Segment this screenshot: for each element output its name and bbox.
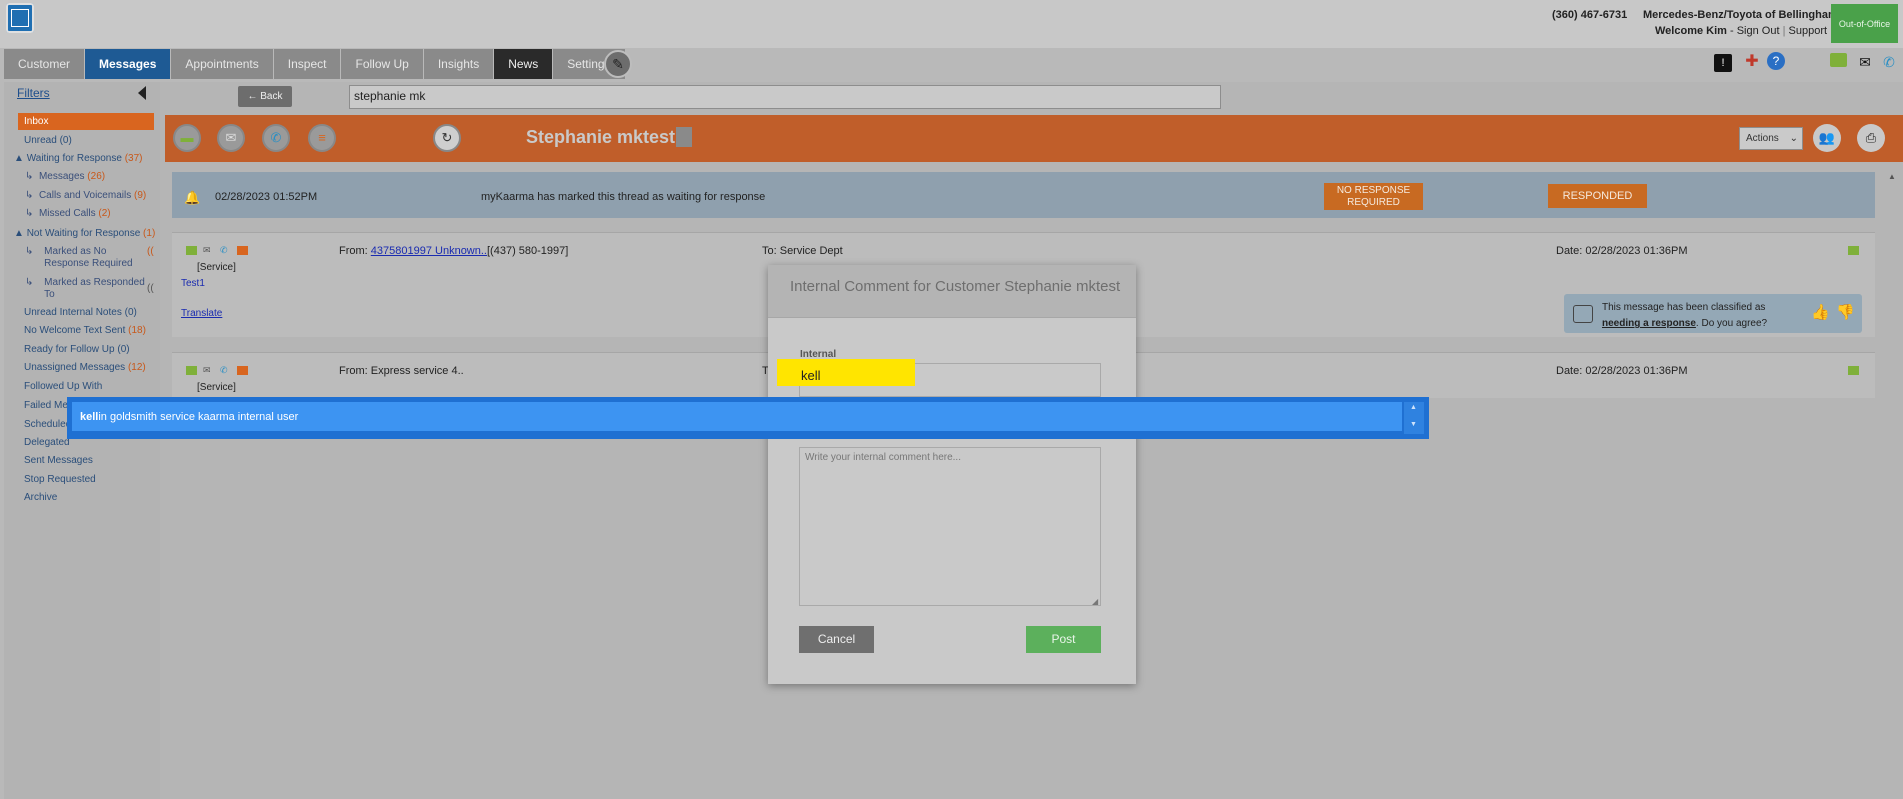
- department-tag: [Service]: [197, 262, 236, 273]
- tab-follow-up[interactable]: Follow Up: [341, 49, 423, 79]
- tab-inspect[interactable]: Inspect: [273, 49, 341, 79]
- sidebar-item-waiting[interactable]: ▲ Waiting for Response (37): [14, 153, 143, 164]
- sidebar-item-stop-requested[interactable]: Stop Requested: [24, 474, 96, 485]
- collapse-sidebar-icon[interactable]: [138, 86, 146, 100]
- note-icon: [237, 366, 248, 375]
- translate-link[interactable]: Translate: [181, 308, 222, 319]
- sidebar-item-not-waiting[interactable]: ▲ Not Waiting for Response (1): [14, 228, 155, 239]
- message-date: Date: 02/28/2023 01:36PM: [1556, 365, 1688, 377]
- sidebar-item-unread-notes[interactable]: Unread Internal Notes (0): [24, 307, 137, 318]
- sms-icon[interactable]: ▬: [173, 124, 201, 152]
- sidebar-item-no-welcome[interactable]: No Welcome Text Sent (18): [24, 325, 146, 336]
- sign-out-link[interactable]: Sign Out: [1737, 25, 1780, 37]
- text-message-icon[interactable]: [1830, 53, 1847, 67]
- scroll-down-icon[interactable]: ▼: [1410, 421, 1417, 428]
- tab-customer[interactable]: Customer: [4, 49, 85, 79]
- welcome-line: Welcome Kim - Sign Out | Support: [1655, 25, 1828, 37]
- department-tag: [Service]: [197, 382, 236, 393]
- autocomplete-option-text: kellin goldsmith service kaarma internal…: [80, 411, 299, 423]
- sms-indicator-icon: [1848, 246, 1859, 255]
- sidebar-item-inbox[interactable]: Inbox: [18, 113, 154, 130]
- filters-heading[interactable]: Filters: [17, 86, 50, 100]
- customer-search-input[interactable]: stephanie mk: [349, 85, 1221, 109]
- thumbs-up-icon[interactable]: 👍: [1811, 303, 1830, 321]
- dialog-title: Internal Comment for Customer Stephanie …: [790, 278, 1121, 295]
- call-icon[interactable]: ✆: [262, 124, 290, 152]
- classification-icon: [1573, 305, 1593, 323]
- no-response-required-button[interactable]: NO RESPONSE REQUIRED: [1324, 183, 1423, 210]
- sidebar-item-responded[interactable]: ↳ Marked as Responded To((: [25, 277, 155, 301]
- post-button[interactable]: Post: [1026, 626, 1101, 653]
- resize-handle-icon[interactable]: ◢: [1092, 597, 1098, 606]
- sidebar-item-followed-up[interactable]: Followed Up With: [24, 381, 102, 392]
- phone-icon: ✆: [220, 365, 228, 375]
- contacts-icon[interactable]: 👥: [1813, 124, 1841, 152]
- help-icon[interactable]: ?: [1767, 52, 1785, 70]
- sidebar-item-no-response[interactable]: ↳ Marked as No Response Required((: [25, 246, 155, 270]
- typed-text-highlight: [777, 359, 915, 386]
- phone-icon[interactable]: ✆: [1879, 52, 1899, 72]
- customer-name: Stephanie mktest: [526, 127, 676, 147]
- top-header: [0, 0, 1903, 48]
- refresh-icon[interactable]: ↻: [433, 124, 461, 152]
- add-plus-icon[interactable]: ✚: [1742, 52, 1762, 72]
- note-icon[interactable]: ≡: [308, 124, 336, 152]
- sms-icon: [186, 246, 197, 255]
- classification-text: This message has been classified as needi…: [1602, 302, 1768, 329]
- note-icon: [237, 246, 248, 255]
- notice-message: myKaarma has marked this thread as waiti…: [481, 191, 766, 203]
- out-of-office-button[interactable]: Out-of-Office: [1831, 4, 1898, 43]
- print-icon[interactable]: ⎙: [1857, 124, 1885, 152]
- dealer-phone: (360) 467-6731: [1552, 9, 1628, 21]
- sidebar-item-unassigned[interactable]: Unassigned Messages (12): [24, 362, 146, 373]
- scroll-up-icon[interactable]: ▲: [1410, 404, 1417, 411]
- tab-insights[interactable]: Insights: [423, 49, 494, 79]
- sidebar-item-scheduled[interactable]: Scheduled: [24, 419, 71, 430]
- message-body: Test1: [181, 278, 205, 289]
- sidebar-item-missed-calls[interactable]: ↳ Missed Calls (2): [25, 208, 111, 219]
- support-link[interactable]: Support: [1789, 25, 1828, 37]
- responded-button[interactable]: RESPONDED: [1548, 184, 1647, 208]
- app-logo[interactable]: [6, 3, 34, 33]
- email-icon: ✉: [203, 245, 211, 255]
- tab-messages[interactable]: Messages: [85, 49, 171, 79]
- tab-appointments[interactable]: Appointments: [171, 49, 273, 79]
- sidebar-item-messages[interactable]: ↳ Messages (26): [25, 171, 105, 182]
- tab-news[interactable]: News: [494, 49, 553, 79]
- cancel-button[interactable]: Cancel: [799, 626, 874, 653]
- bell-icon: 🔔: [184, 190, 201, 205]
- sidebar-item-unread[interactable]: Unread (0): [24, 135, 72, 146]
- email-compose-icon[interactable]: ✉: [217, 124, 245, 152]
- welcome-text: Welcome Kim: [1655, 25, 1727, 37]
- scroll-up-icon[interactable]: ▲: [1888, 172, 1896, 181]
- internal-comment-textarea[interactable]: Write your internal comment here...: [799, 447, 1101, 606]
- sidebar-item-sent[interactable]: Sent Messages: [24, 455, 93, 466]
- sidebar-item-failed[interactable]: Failed Me: [24, 400, 68, 411]
- message-date: Date: 02/28/2023 01:36PM: [1556, 245, 1688, 257]
- internal-input-value: kell: [801, 368, 821, 383]
- sms-icon: [186, 366, 197, 375]
- sidebar-item-delegated[interactable]: Delegated: [24, 437, 70, 448]
- customer-action-bar: [165, 115, 1903, 162]
- back-button[interactable]: ← Back: [238, 86, 292, 107]
- sender-link[interactable]: 4375801997 Unknown..: [371, 245, 487, 257]
- alert-icon[interactable]: !: [1714, 54, 1732, 72]
- main-tabs: Customer Messages Appointments Inspect F…: [4, 49, 626, 79]
- sidebar-item-ready-follow-up[interactable]: Ready for Follow Up (0): [24, 344, 130, 355]
- email-icon[interactable]: ✉: [1855, 52, 1875, 72]
- actions-select[interactable]: Actions ⌄: [1739, 127, 1803, 150]
- message-to: To: Service Dept: [762, 245, 843, 257]
- sms-indicator-icon: [1848, 366, 1859, 375]
- edit-pencil-icon[interactable]: ✎: [604, 50, 632, 78]
- email-icon: ✉: [203, 365, 211, 375]
- phone-icon: ✆: [220, 245, 228, 255]
- sidebar-item-calls[interactable]: ↳ Calls and Voicemails (9): [25, 190, 146, 201]
- message-from: From: 4375801997 Unknown..[(437) 580-199…: [339, 245, 569, 257]
- message-from: From: Express service 4..: [339, 365, 464, 377]
- add-document-icon[interactable]: [676, 127, 692, 147]
- sidebar-item-archive[interactable]: Archive: [24, 492, 57, 503]
- thumbs-down-icon[interactable]: 👎: [1836, 303, 1855, 321]
- notice-date: 02/28/2023 01:52PM: [215, 191, 318, 203]
- dealer-name: Mercedes-Benz/Toyota of Bellingham: [1643, 9, 1838, 21]
